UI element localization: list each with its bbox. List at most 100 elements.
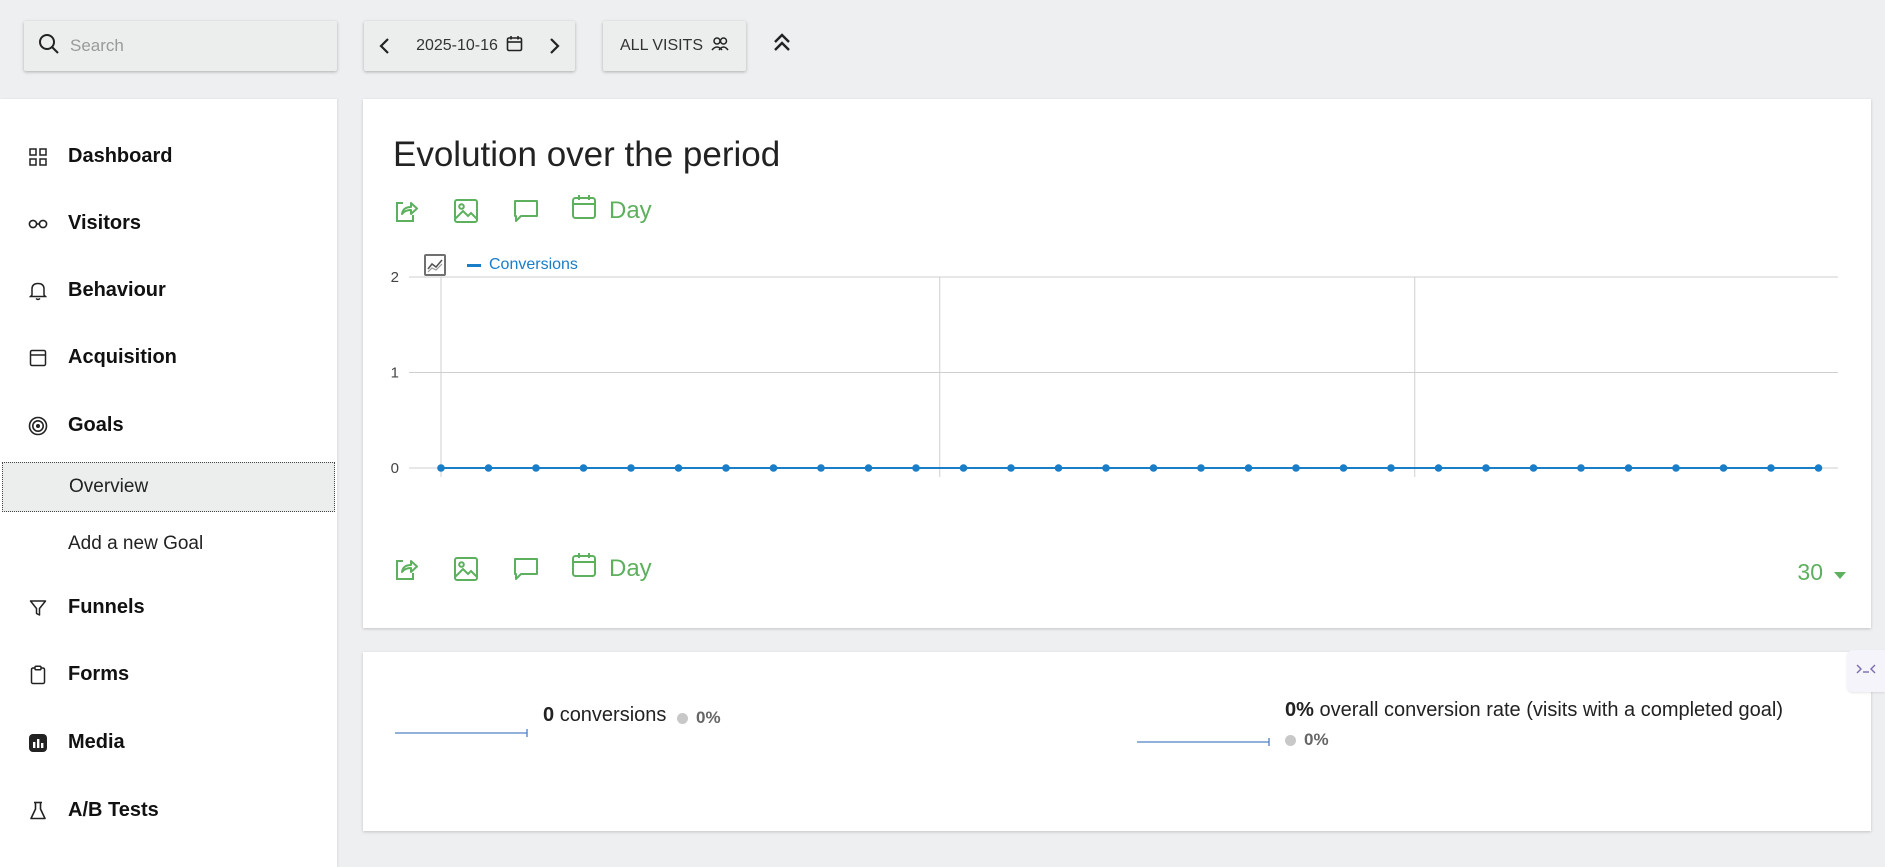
data-point [1244,464,1253,472]
sidebar-item-dashboard[interactable]: Dashboard [0,134,337,178]
segment-selector[interactable]: ALL VISITS [603,21,746,71]
conversion-rate-label: overall conversion rate (visits with a c… [1319,699,1784,721]
y-tick-label: 1 [391,365,399,382]
conversion-rate-change: 0% [1285,730,1329,750]
data-point [817,464,825,472]
sidebar: Dashboard Visitors Behaviour Acquisition… [0,99,337,867]
chevron-right-icon[interactable] [547,36,561,56]
conversions-metric: 0 conversions [543,704,666,727]
date-selector[interactable]: 2025-10-16 [364,21,575,71]
date-value: 2025-10-16 [416,37,498,54]
sidebar-item-label: Acquisition [68,345,177,368]
period-selector[interactable]: Day [571,194,652,227]
legend-item-conversions[interactable]: Conversions [467,256,578,274]
chart-toolbar-bottom: Day [391,552,652,585]
sidebar-subitem-label: Add a new Goal [68,533,204,554]
data-point [484,464,493,472]
legend-label: Conversions [489,256,578,273]
search-input[interactable] [70,36,310,56]
data-point [1814,464,1823,472]
data-point [579,464,588,472]
data-point [1529,464,1538,472]
data-point [1577,464,1585,472]
conversions-sparkline [395,729,528,737]
export-icon[interactable] [391,554,421,584]
image-icon[interactable] [451,554,481,584]
sidebar-subitem-label: Overview [69,476,149,497]
period-label: Day [609,554,652,582]
sidebar-item-forms[interactable]: Forms [0,652,337,696]
sidebar-item-label: Visitors [68,211,141,234]
data-point [437,464,445,472]
conversion-rate-change-value: 0% [1304,730,1329,749]
sidebar-item-media[interactable]: Media [0,720,337,764]
sidebar-item-label: Funnels [68,595,145,618]
data-point [1482,464,1490,472]
date-display[interactable]: 2025-10-16 [416,35,523,57]
sidebar-item-goals[interactable]: Goals [0,403,337,447]
image-icon[interactable] [451,196,481,226]
glasses-icon [28,214,48,234]
sidebar-item-acquisition[interactable]: Acquisition [0,335,337,379]
sidebar-item-label: Forms [68,662,130,685]
sidebar-subitem-overview[interactable]: Overview [2,462,335,512]
evolution-chart: Conversions 012Wed, Sep 17Wed, Sep 24Wed… [363,249,1871,500]
target-icon [28,416,48,436]
limit-selector[interactable]: 30 [1797,559,1847,586]
side-widget-toggle[interactable] [1847,650,1885,692]
data-point [1102,464,1110,472]
chart-legend: Conversions [423,253,578,277]
export-icon[interactable] [391,196,421,226]
conversions-change-value: 0% [696,708,721,727]
data-point [1624,464,1633,472]
data-point [674,464,683,472]
data-point [769,464,778,472]
y-tick-label: 0 [391,460,399,477]
data-point [532,464,540,472]
calendar-icon [571,552,597,585]
goals-summary-card: 0 conversions 0% 0% overall conversion r… [363,652,1871,831]
collapse-header-button[interactable] [770,30,794,60]
chevron-left-icon[interactable] [378,36,392,56]
data-point [1387,464,1395,472]
annotation-icon[interactable] [511,554,541,584]
sidebar-item-behaviour[interactable]: Behaviour [0,268,337,312]
data-point [1767,464,1775,472]
sidebar-item-ab-tests[interactable]: A/B Tests [0,788,337,832]
data-point [1197,464,1205,472]
sidebar-item-visitors[interactable]: Visitors [0,201,337,245]
chart-toolbar-top: Day [391,194,652,227]
period-label: Day [609,196,652,224]
search-box[interactable] [24,21,337,71]
evolution-card: Evolution over the period Day Conversion… [363,99,1871,628]
series-picker-icon[interactable] [423,253,447,277]
period-selector[interactable]: Day [571,552,652,585]
sidebar-item-label: A/B Tests [68,798,159,821]
calendar-icon [506,35,523,57]
collapse-arrows-icon [1855,662,1877,681]
search-icon [38,33,60,60]
data-point [1292,464,1300,472]
clipboard-icon [28,665,48,685]
sidebar-item-label: Behaviour [68,278,166,301]
conversions-value: 0 [543,704,555,726]
conversion-rate-sparkline [1137,738,1270,746]
sidebar-item-label: Dashboard [68,144,173,167]
flask-icon [28,801,48,821]
chart-plot: 012Wed, Sep 17Wed, Sep 24Wed, Oct 1Wed, … [391,269,1838,500]
sidebar-item-funnels[interactable]: Funnels [0,585,337,629]
annotation-icon[interactable] [511,196,541,226]
sidebar-subitem-add-goal[interactable]: Add a new Goal [0,519,337,569]
browser-icon [28,348,48,368]
conversion-rate-metric: 0% overall conversion rate (visits with … [1285,699,1783,722]
sidebar-item-label: Media [68,730,125,753]
data-point [1719,464,1728,472]
media-icon [28,733,48,753]
neutral-dot-icon [677,712,688,724]
users-icon [711,36,729,57]
segment-label: ALL VISITS [620,37,703,54]
bell-icon [28,281,48,301]
data-point [1339,464,1348,472]
sidebar-item-label: Goals [68,413,124,436]
data-point [1054,464,1063,472]
